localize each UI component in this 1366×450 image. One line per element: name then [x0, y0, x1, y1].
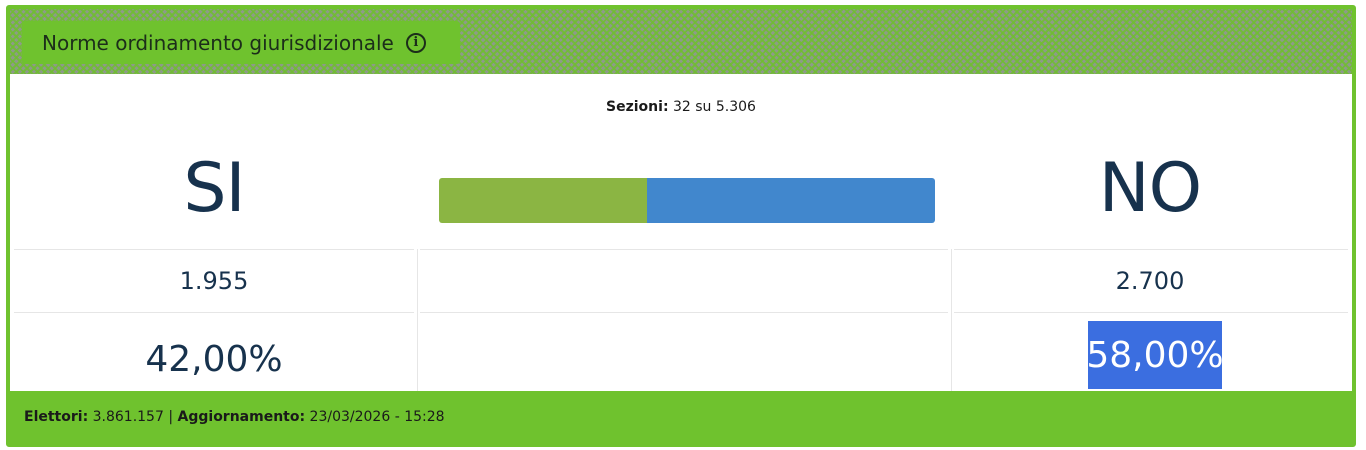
- sezioni-count: Sezioni: 32 su 5.306: [10, 99, 1352, 115]
- si-percent: 42,00%: [145, 339, 283, 380]
- result-bar: [439, 178, 935, 223]
- sezioni-value: 32 su 5.306: [673, 99, 756, 115]
- result-bar-no: [647, 178, 935, 223]
- question-title: Norme ordinamento giurisdizionale: [42, 30, 394, 55]
- aggiornamento-label: Aggiornamento:: [177, 409, 306, 425]
- aggiornamento-value: 23/03/2026 - 15:28: [309, 409, 445, 425]
- divider: [954, 249, 1348, 250]
- no-votes: 2.700: [1115, 267, 1185, 295]
- divider: [14, 249, 414, 250]
- si-votes: 1.955: [179, 267, 249, 295]
- footer-separator: |: [168, 409, 174, 425]
- divider: [420, 312, 948, 313]
- sezioni-label: Sezioni:: [606, 99, 669, 115]
- card-footer: Elettori: 3.861.157 | Aggiornamento: 23/…: [10, 391, 1352, 443]
- referendum-card: Norme ordinamento giurisdizionale i Sezi…: [6, 5, 1356, 447]
- si-label: SI: [183, 149, 245, 228]
- result-bar-si: [439, 178, 648, 223]
- divider: [954, 312, 1348, 313]
- column-divider: [417, 249, 418, 399]
- question-title-tag: Norme ordinamento giurisdizionale i: [22, 21, 460, 64]
- elettori-value: 3.861.157: [92, 409, 164, 425]
- card-header: Norme ordinamento giurisdizionale i: [10, 9, 1352, 74]
- divider: [14, 312, 414, 313]
- elettori-label: Elettori:: [24, 409, 89, 425]
- no-percent: 58,00%: [1086, 334, 1224, 376]
- no-label: NO: [1098, 149, 1202, 228]
- divider: [420, 249, 948, 250]
- no-percent-highlight: 58,00%: [1086, 321, 1224, 389]
- info-icon[interactable]: i: [405, 32, 426, 53]
